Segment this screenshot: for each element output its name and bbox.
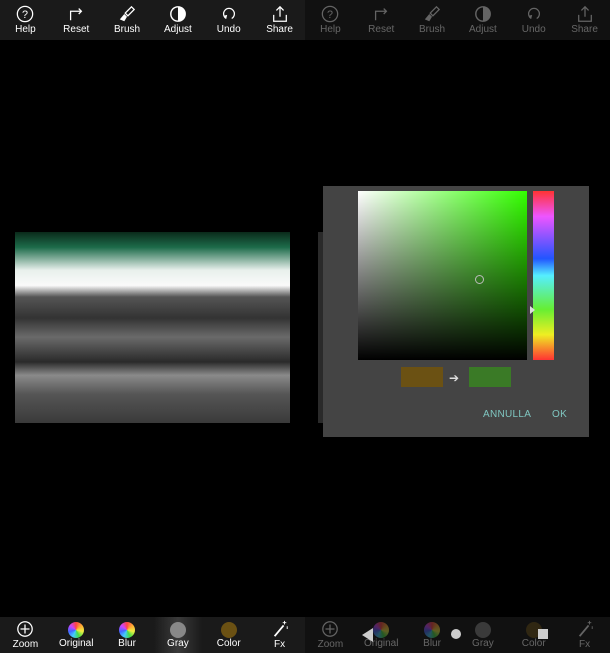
gray-icon bbox=[169, 621, 186, 638]
brush-label: Brush bbox=[114, 24, 141, 35]
top-toolbar-dimmed: ? Help Reset Brush Adjust Undo Share bbox=[305, 0, 610, 40]
share-button[interactable]: Share bbox=[561, 0, 609, 40]
new-color-swatch bbox=[469, 367, 511, 387]
color-cursor[interactable] bbox=[475, 275, 484, 284]
zoom-label: Zoom bbox=[317, 639, 344, 650]
undo-label: Undo bbox=[216, 24, 241, 35]
zoom-button[interactable]: Zoom bbox=[1, 617, 49, 653]
help-button[interactable]: ? Help bbox=[306, 0, 354, 40]
blur-icon bbox=[424, 621, 441, 638]
reset-button[interactable]: Reset bbox=[357, 0, 405, 40]
original-button[interactable]: Original bbox=[52, 617, 100, 653]
brush-icon bbox=[119, 5, 136, 22]
gray-button[interactable]: Gray bbox=[153, 617, 202, 653]
nav-recents-button[interactable] bbox=[538, 629, 548, 639]
magic-wand-icon bbox=[273, 620, 288, 637]
color-button[interactable]: Color bbox=[205, 617, 253, 653]
undo-button[interactable]: Undo bbox=[205, 0, 253, 40]
saturation-value-square[interactable] bbox=[358, 191, 527, 360]
reset-button[interactable]: Reset bbox=[52, 0, 100, 40]
original-label: Original bbox=[59, 637, 94, 649]
undo-label: Undo bbox=[521, 24, 546, 35]
adjust-button[interactable]: Adjust bbox=[459, 0, 507, 40]
original-icon bbox=[373, 621, 390, 638]
svg-text:?: ? bbox=[22, 9, 28, 21]
nav-home-button[interactable] bbox=[451, 629, 461, 639]
gray-label: Gray bbox=[472, 637, 494, 649]
fx-button[interactable]: Fx bbox=[561, 617, 609, 653]
zoom-icon bbox=[322, 621, 339, 637]
color-label: Color bbox=[521, 637, 546, 649]
blur-label: Blur bbox=[423, 637, 441, 649]
reset-icon bbox=[375, 8, 388, 21]
reset-label: Reset bbox=[368, 24, 395, 35]
brush-icon bbox=[424, 5, 441, 22]
gray-label: Gray bbox=[167, 637, 189, 649]
fx-label: Fx bbox=[273, 639, 286, 650]
top-toolbar: ? Help Reset Brush Adjust Undo Share bbox=[0, 0, 305, 40]
reset-label: Reset bbox=[63, 24, 90, 35]
gray-button[interactable]: Gray bbox=[459, 617, 507, 653]
reset-icon bbox=[70, 8, 83, 21]
help-icon: ? bbox=[17, 5, 34, 23]
help-label: Help bbox=[320, 24, 341, 35]
ok-button[interactable]: OK bbox=[552, 409, 567, 420]
brush-button[interactable]: Brush bbox=[408, 0, 456, 40]
magic-wand-icon bbox=[578, 620, 593, 637]
undo-button[interactable]: Undo bbox=[510, 0, 558, 40]
arrow-right-icon: ➔ bbox=[449, 371, 460, 385]
zoom-icon bbox=[17, 621, 34, 637]
edited-photo[interactable] bbox=[15, 232, 290, 423]
blur-button[interactable]: Blur bbox=[408, 617, 456, 653]
adjust-button[interactable]: Adjust bbox=[154, 0, 202, 40]
blur-label: Blur bbox=[118, 637, 136, 649]
share-icon bbox=[272, 5, 287, 22]
help-label: Help bbox=[15, 24, 36, 35]
undo-icon bbox=[222, 7, 235, 20]
contrast-icon bbox=[169, 6, 186, 22]
hue-slider[interactable] bbox=[533, 191, 554, 360]
blur-icon bbox=[119, 621, 136, 638]
contrast-icon bbox=[474, 6, 491, 22]
original-icon bbox=[68, 621, 85, 638]
brush-label: Brush bbox=[419, 24, 446, 35]
old-color-swatch bbox=[401, 367, 443, 387]
blur-button[interactable]: Blur bbox=[103, 617, 151, 653]
adjust-label: Adjust bbox=[468, 24, 497, 35]
svg-text:?: ? bbox=[327, 9, 333, 21]
cancel-button[interactable]: ANNULLA bbox=[483, 409, 531, 420]
color-label: Color bbox=[216, 637, 241, 649]
editor-panel-left: ? Help Reset Brush Adjust Undo Share Zoom… bbox=[0, 0, 305, 653]
color-button[interactable]: Color bbox=[510, 617, 558, 653]
brush-button[interactable]: Brush bbox=[103, 0, 151, 40]
zoom-button[interactable]: Zoom bbox=[306, 617, 354, 653]
undo-icon bbox=[527, 7, 540, 20]
color-icon bbox=[220, 621, 237, 638]
share-label: Share bbox=[571, 24, 598, 35]
hue-slider-handle[interactable] bbox=[530, 306, 535, 314]
color-picker-dialog: ➔ ANNULLA OK bbox=[323, 186, 589, 437]
help-icon: ? bbox=[322, 5, 339, 23]
gray-icon bbox=[474, 621, 491, 638]
help-button[interactable]: ? Help bbox=[1, 0, 49, 40]
nav-back-button[interactable] bbox=[362, 628, 373, 642]
adjust-label: Adjust bbox=[163, 24, 192, 35]
share-icon bbox=[577, 5, 592, 22]
share-button[interactable]: Share bbox=[256, 0, 304, 40]
share-label: Share bbox=[266, 24, 293, 35]
fx-label: Fx bbox=[578, 639, 591, 650]
fx-button[interactable]: Fx bbox=[256, 617, 304, 653]
zoom-label: Zoom bbox=[12, 639, 39, 650]
bottom-toolbar: Zoom Original Blur Gray Color Fx bbox=[0, 617, 305, 653]
